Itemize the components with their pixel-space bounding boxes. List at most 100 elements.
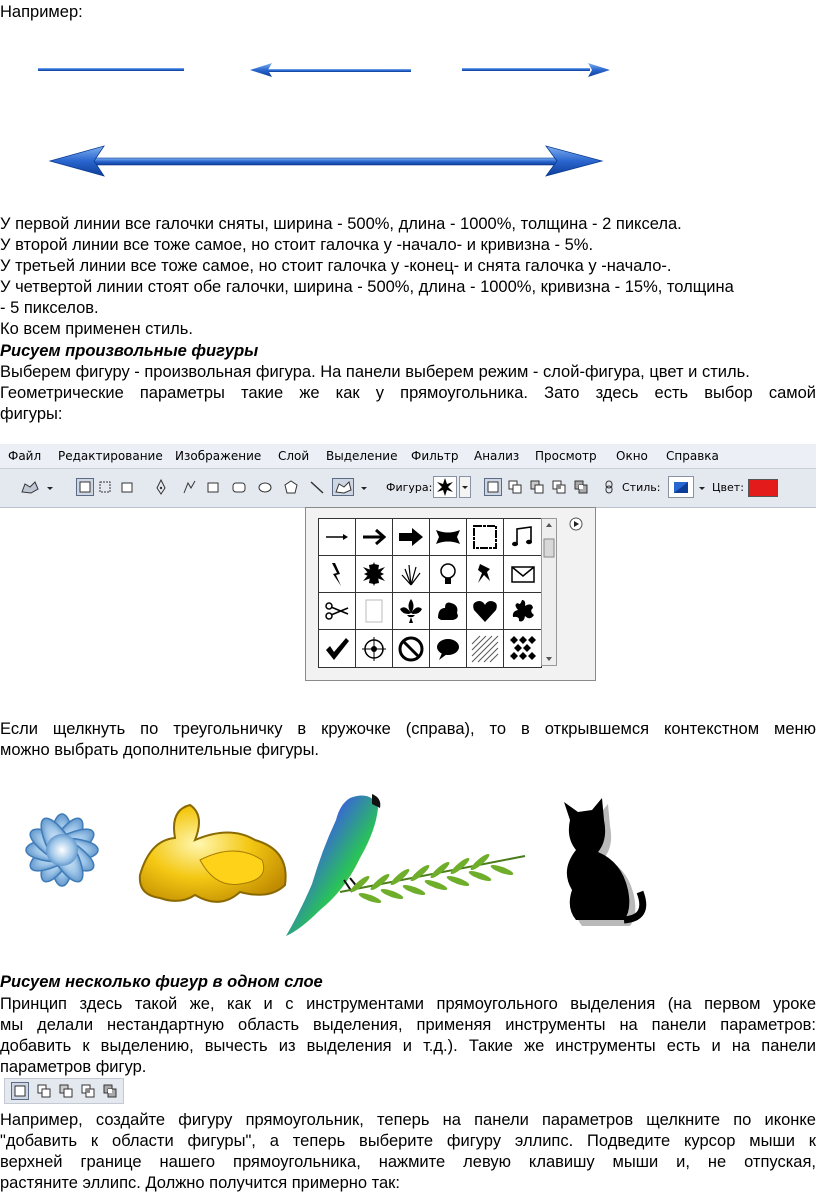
paragraph-line: параметров фигур.: [0, 1058, 147, 1076]
custom-shape-button[interactable]: [332, 478, 354, 496]
picker-scrollbar[interactable]: [541, 518, 557, 666]
music-note-icon[interactable]: [504, 519, 541, 556]
hatch-pattern-icon[interactable]: [467, 630, 504, 667]
menu-edit[interactable]: Редактирование: [58, 449, 163, 463]
line-2: [250, 63, 411, 77]
color-swatch[interactable]: [748, 479, 778, 497]
shape-label: Фигура:: [386, 481, 433, 494]
custom-shape-tool-icon[interactable]: [18, 478, 42, 496]
rounded-rectangle-tool-icon[interactable]: [230, 478, 248, 496]
menu-select[interactable]: Выделение: [326, 449, 397, 463]
menu-help[interactable]: Справка: [666, 449, 719, 463]
intersect-shape-areas-icon[interactable]: [79, 1082, 97, 1100]
frame-icon[interactable]: [467, 519, 504, 556]
geometry-options-dropdown[interactable]: [358, 478, 370, 496]
tool-preset-dropdown[interactable]: [44, 478, 56, 496]
paragraph-line: У второй линии все тоже самое, но стоит …: [0, 236, 594, 254]
banner-icon[interactable]: [430, 519, 467, 556]
menu-analysis[interactable]: Анализ: [474, 449, 519, 463]
rectangle-tool-icon[interactable]: [204, 478, 222, 496]
ellipse-tool-icon[interactable]: [256, 478, 274, 496]
shape-grid: [318, 518, 542, 668]
style-label: Стиль:: [622, 481, 661, 494]
picker-menu-icon[interactable]: [569, 517, 583, 531]
section-heading: Рисуем несколько фигур в одном слое: [0, 973, 323, 991]
scissors-icon[interactable]: [319, 593, 356, 630]
paragraph-line: У первой линии все галочки сняты, ширина…: [0, 215, 682, 233]
cat-shape: [564, 798, 647, 926]
add-to-shape-area-icon[interactable]: [35, 1082, 53, 1100]
subtract-from-shape-area-icon[interactable]: [528, 478, 546, 496]
arrow-bold-icon[interactable]: [393, 519, 430, 556]
checker-pattern-icon[interactable]: [504, 630, 541, 667]
blank-paper-icon[interactable]: [356, 593, 393, 630]
section-heading: Рисуем произвольные фигуры: [0, 342, 259, 360]
pushpin-icon[interactable]: [467, 556, 504, 593]
shape-preview-starburst-icon[interactable]: [433, 476, 457, 498]
shape-picker-dropdown[interactable]: [459, 476, 471, 498]
paragraph-line: Выберем фигуру - произвольная фигура. На…: [0, 363, 750, 381]
line-4: [48, 145, 604, 177]
new-shape-layer-icon[interactable]: [11, 1082, 29, 1100]
menu-bar: Файл Редактирование Изображение Слой Выд…: [0, 444, 816, 469]
speech-bubble-icon[interactable]: [430, 630, 467, 667]
flower-shape: [25, 813, 99, 887]
shape-layers-mode-button[interactable]: [76, 478, 94, 496]
ornament-shape: [138, 803, 287, 903]
freeform-pen-icon[interactable]: [180, 478, 198, 496]
paragraph-line: добавить к выделению, вычесть из выделен…: [0, 1037, 816, 1055]
menu-view[interactable]: Просмотр: [535, 449, 597, 463]
line-examples: [38, 63, 610, 177]
target-icon[interactable]: [356, 630, 393, 667]
paragraph-line: можно выбрать дополнительные фигуры.: [0, 741, 320, 759]
arrow-thin-icon[interactable]: [319, 519, 356, 556]
checkmark-icon[interactable]: [319, 630, 356, 667]
menu-window[interactable]: Окно: [616, 449, 648, 463]
fleur-de-lis-icon[interactable]: [393, 593, 430, 630]
parrot-shape: [286, 794, 381, 936]
starburst-icon[interactable]: [356, 556, 393, 593]
menu-file[interactable]: Файл: [8, 449, 41, 463]
intersect-shape-areas-icon[interactable]: [550, 478, 568, 496]
pen-tool-icon[interactable]: [152, 478, 170, 496]
subtract-from-shape-area-icon[interactable]: [57, 1082, 75, 1100]
shape-area-toolbar: [4, 1078, 124, 1104]
line-3: [462, 63, 610, 77]
grass-icon[interactable]: [393, 556, 430, 593]
paragraph-line: мы делали нестандартную область выделени…: [0, 1016, 816, 1034]
line-1: [38, 68, 184, 71]
paths-mode-button[interactable]: [96, 478, 114, 496]
custom-shapes-examples: [25, 794, 647, 936]
style-dropdown[interactable]: [696, 478, 708, 496]
line-tool-icon[interactable]: [308, 478, 326, 496]
heart-icon[interactable]: [467, 593, 504, 630]
options-bar: Фигура: Стиль: Цвет:: [0, 469, 816, 508]
fill-pixels-mode-button[interactable]: [118, 478, 136, 496]
new-shape-layer-icon[interactable]: [484, 478, 502, 496]
envelope-icon[interactable]: [504, 556, 541, 593]
puzzle-bird-icon[interactable]: [430, 593, 467, 630]
link-icon[interactable]: [600, 478, 618, 496]
lightning-icon[interactable]: [319, 556, 356, 593]
exclude-overlapping-icon[interactable]: [101, 1082, 119, 1100]
paragraph-line: растяните эллипс. Должно получится приме…: [0, 1174, 400, 1192]
paragraph-line: "добавить к области фигуры", а теперь вы…: [0, 1132, 816, 1150]
paragraph-line: У третьей линии все тоже самое, но стоит…: [0, 257, 672, 275]
menu-filter[interactable]: Фильтр: [411, 449, 458, 463]
paragraph-line: Например, создайте фигуру прямоугольник,…: [0, 1111, 816, 1129]
menu-image[interactable]: Изображение: [175, 449, 261, 463]
paragraph-line: Если щелкнуть по треугольничку в кружочк…: [0, 720, 816, 738]
arrow-icon[interactable]: [356, 519, 393, 556]
menu-layer[interactable]: Слой: [278, 449, 309, 463]
paragraph-line: Геометрические параметры такие же как у …: [0, 384, 816, 402]
color-label: Цвет:: [712, 481, 744, 494]
paragraph-line: Принцип здесь такой же, как и с инструме…: [0, 995, 816, 1013]
exclude-overlapping-icon[interactable]: [572, 478, 590, 496]
add-to-shape-area-icon[interactable]: [506, 478, 524, 496]
polygon-tool-icon[interactable]: [282, 478, 300, 496]
style-swatch[interactable]: [668, 476, 694, 498]
paragraph-line: - 5 пикселов.: [0, 299, 99, 317]
splat-icon[interactable]: [504, 593, 541, 630]
no-sign-icon[interactable]: [393, 630, 430, 667]
lightbulb-icon[interactable]: [430, 556, 467, 593]
